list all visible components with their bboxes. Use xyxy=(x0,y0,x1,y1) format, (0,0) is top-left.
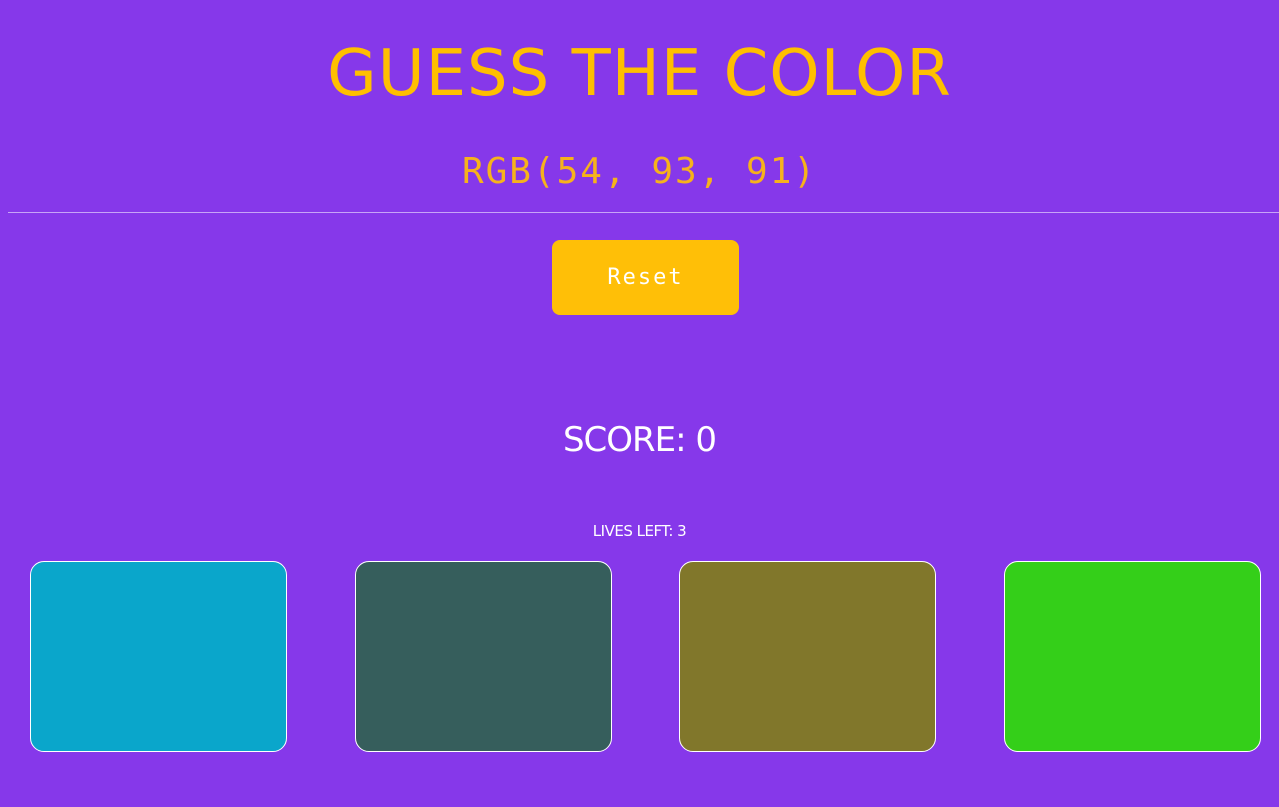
game-title: GUESS THE COLOR xyxy=(327,37,952,111)
target-rgb-code: RGB(54, 93, 91) xyxy=(461,151,818,192)
reset-button[interactable]: Reset xyxy=(552,240,739,315)
color-tile-1[interactable] xyxy=(30,561,287,752)
lives-left-display: LIVES LEFT: 3 xyxy=(592,522,687,540)
score-display: SCORE: 0 xyxy=(562,420,717,460)
header-divider xyxy=(8,212,1279,213)
color-tile-4[interactable] xyxy=(1004,561,1261,752)
color-tile-3[interactable] xyxy=(679,561,936,752)
color-tile-2[interactable] xyxy=(355,561,612,752)
